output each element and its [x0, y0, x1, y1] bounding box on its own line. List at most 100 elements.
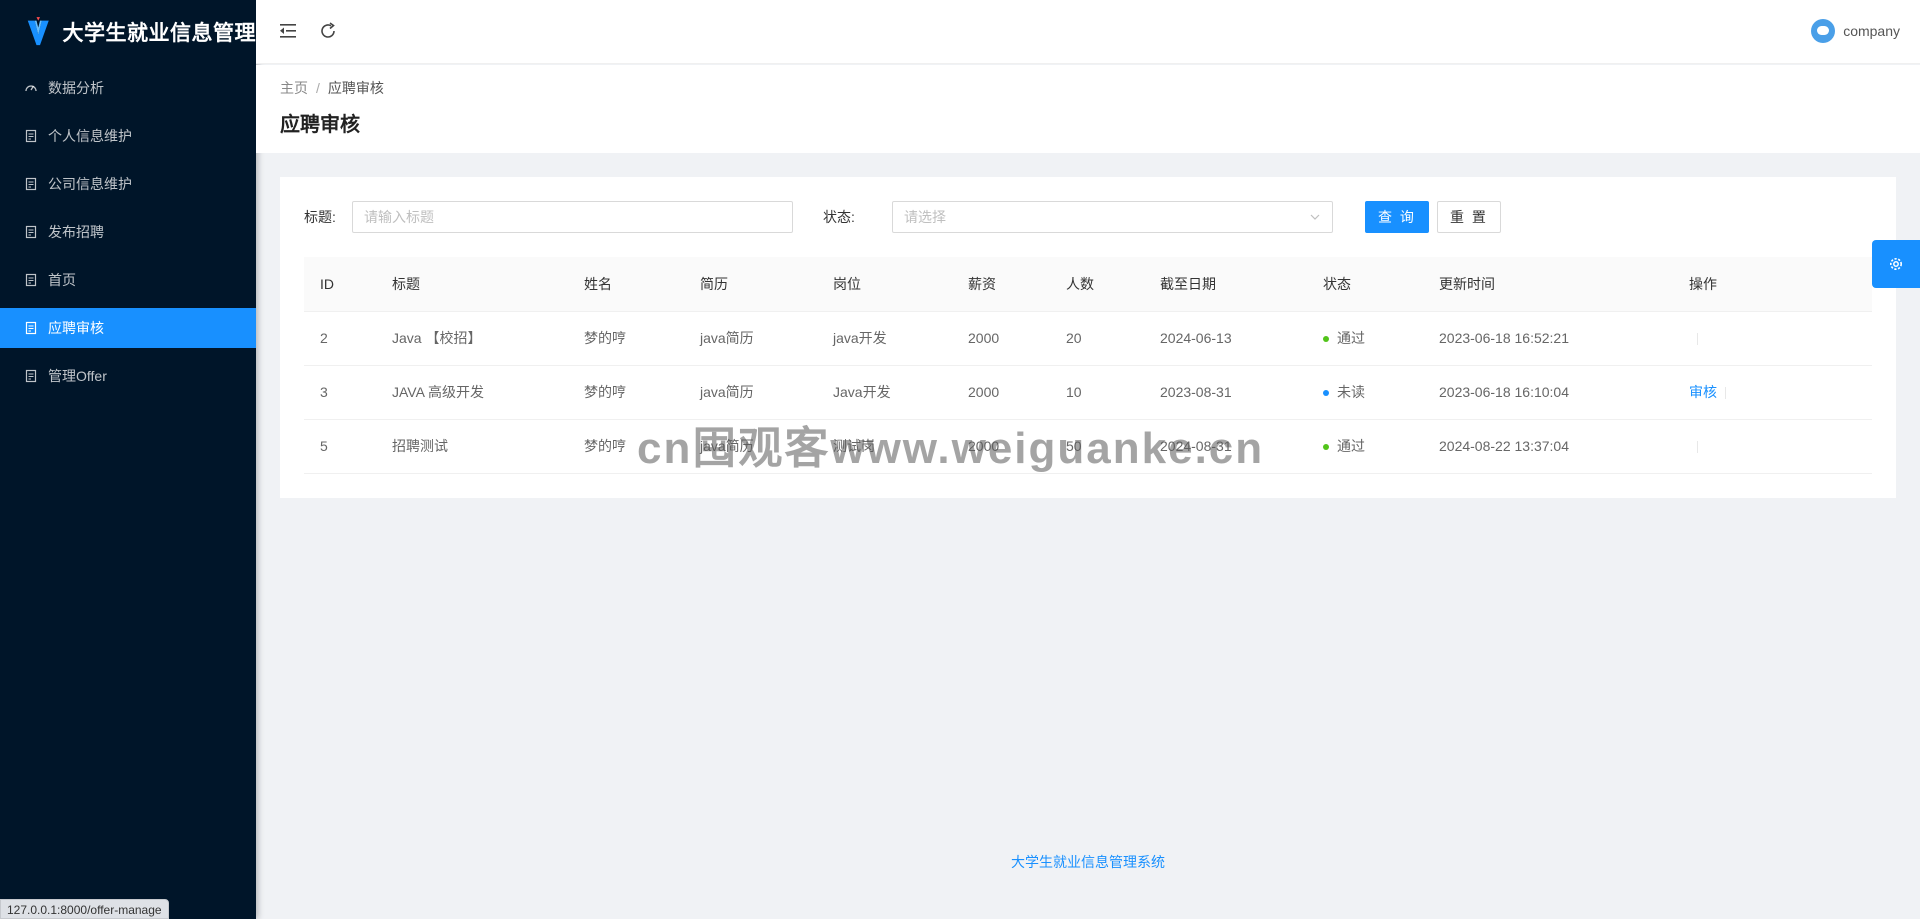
table-row: 2 Java 【校招】 梦的哼 java简历 java开发 2000 20 2024-06-1… [304, 311, 1872, 366]
sidebar-item-2[interactable]: 公司信息维护 [0, 164, 256, 204]
breadcrumb-current: 应聘审核 [327, 80, 384, 96]
logo[interactable]: 大学生就业信息管理 [0, 0, 256, 64]
sidebar-item-label: 管理Offer [48, 368, 107, 384]
search-form: 标题: 请输入标题 状态: 请选择 查 询 重 置 [304, 201, 1872, 233]
sidebar-menu: 数据分析个人信息维护公司信息维护 发布招聘首页应聘审核管理Offer [0, 68, 256, 396]
sidebar-item-0[interactable]: 数据分析 [0, 68, 256, 108]
cell-action [1673, 311, 1872, 366]
reload-icon[interactable] [316, 18, 340, 44]
content-card: 标题: 请输入标题 状态: 请选择 查 询 重 置 ID 标题 姓名 简历 岗位 薪资 人数… [280, 177, 1896, 498]
sidebar-item-3[interactable]: 发布招聘 [0, 212, 256, 252]
cell-salary: 2000 [952, 311, 1050, 366]
cell-salary: 2000 [952, 365, 1050, 420]
sidebar-item-5[interactable]: 应聘审核 [0, 308, 256, 348]
page-header: 主页 / 应聘审核 应聘审核 [256, 65, 1920, 153]
cell-name: 梦的哼 [568, 311, 684, 366]
cell-deadline: 2024-08-31 [1144, 419, 1307, 474]
sidebar-item-1[interactable]: 个人信息维护 [0, 116, 256, 156]
column-header: 操作 [1673, 257, 1872, 312]
status-dot [1323, 336, 1329, 343]
cell-resume: java简历 [684, 311, 817, 366]
status-select-placeholder: 请选择 [904, 209, 946, 225]
cell-salary: 2000 [952, 419, 1050, 474]
column-header: 简历 [684, 257, 817, 312]
cell-action: 审核 [1673, 365, 1872, 420]
cell-title: 招聘测试 [376, 419, 568, 474]
cell-name: 梦的哼 [568, 419, 684, 474]
sidebar-item-4[interactable]: 首页 [0, 260, 256, 300]
file-icon [24, 129, 38, 143]
cell-count: 20 [1050, 311, 1144, 366]
file-icon [24, 225, 38, 239]
cell-resume: java简历 [684, 419, 817, 474]
menu-fold-icon[interactable] [276, 18, 300, 44]
cell-count: 50 [1050, 419, 1144, 474]
cell-updated: 2024-08-22 13:37:04 [1423, 419, 1673, 474]
dashboard-icon [24, 81, 38, 95]
cell-deadline: 2024-06-13 [1144, 311, 1307, 366]
column-header: 标题 [376, 257, 568, 312]
settings-drawer-button[interactable] [1872, 240, 1920, 288]
reset-button[interactable]: 重 置 [1437, 201, 1501, 233]
table-body: 2 Java 【校招】 梦的哼 java简历 java开发 2000 20 2024-06-1… [304, 311, 1872, 474]
column-header: 薪资 [952, 257, 1050, 312]
cell-id: 5 [304, 419, 376, 474]
user-menu[interactable]: company [1811, 19, 1900, 43]
sidebar-item-label: 个人信息维护 [48, 128, 132, 144]
status-dot [1323, 444, 1329, 451]
avatar [1811, 19, 1836, 43]
title-input[interactable]: 请输入标题 [352, 201, 793, 233]
sidebar-item-6[interactable]: 管理Offer [0, 356, 256, 396]
query-button[interactable]: 查 询 [1365, 201, 1429, 233]
application-table: ID 标题 姓名 简历 岗位 薪资 人数 截至日期 状态 更新时间 操作 2 Java 【校招】 梦的哼… [304, 257, 1872, 474]
file-icon [24, 273, 38, 287]
status-text: 通过 [1337, 438, 1365, 454]
page-title: 应聘审核 [280, 114, 360, 136]
file-icon [24, 369, 38, 383]
cell-action [1673, 419, 1872, 474]
cell-position: Java开发 [817, 365, 952, 420]
cell-position: 测试岗 [817, 419, 952, 474]
column-header: 截至日期 [1144, 257, 1307, 312]
cell-status: 未读 [1307, 365, 1423, 420]
action-divider [1697, 333, 1698, 346]
cell-id: 2 [304, 311, 376, 366]
table-header-row: ID 标题 姓名 简历 岗位 薪资 人数 截至日期 状态 更新时间 操作 [304, 257, 1872, 312]
cell-title: JAVA 高级开发 [376, 365, 568, 420]
column-header: 人数 [1050, 257, 1144, 312]
title-label: 标题: [304, 209, 336, 225]
column-header: ID [304, 257, 376, 312]
logo-icon [27, 17, 49, 46]
file-icon [24, 177, 38, 191]
app-title: 大学生就业信息管理 [62, 22, 256, 45]
cell-resume: java简历 [684, 365, 817, 420]
cell-count: 10 [1050, 365, 1144, 420]
cell-id: 3 [304, 365, 376, 420]
table-row: 3 JAVA 高级开发 梦的哼 java简历 Java开发 2000 10 2023-08-3… [304, 365, 1872, 420]
status-select[interactable]: 请选择 [892, 201, 1333, 233]
footer-text: 大学生就业信息管理系统 [1011, 854, 1165, 870]
column-header: 更新时间 [1423, 257, 1673, 312]
chevron-down-icon [1310, 214, 1320, 220]
sidebar-item-label: 首页 [48, 272, 76, 288]
gear-icon [1890, 258, 1902, 270]
breadcrumb-home[interactable]: 主页 [280, 80, 308, 96]
sidebar-item-label: 应聘审核 [48, 320, 104, 336]
sidebar: 大学生就业信息管理 数据分析个人信息维护公司信息维护 发布招聘首页应聘审核管理Of… [0, 0, 256, 919]
status-dot [1323, 390, 1329, 397]
cell-title: Java 【校招】 [376, 311, 568, 366]
cell-deadline: 2023-08-31 [1144, 365, 1307, 420]
breadcrumb: 主页 / 应聘审核 [280, 78, 1896, 98]
cell-status: 通过 [1307, 311, 1423, 366]
top-header: company [256, 0, 1920, 64]
cell-updated: 2023-06-18 16:52:21 [1423, 311, 1673, 366]
action-divider [1697, 441, 1698, 454]
username: company [1843, 23, 1900, 39]
browser-status-url: 127.0.0.1:8000/offer-manage [0, 899, 169, 919]
status-label: 状态: [823, 209, 855, 225]
status-text: 通过 [1337, 330, 1365, 346]
column-header: 岗位 [817, 257, 952, 312]
review-link[interactable]: 审核 [1689, 384, 1717, 400]
cell-position: java开发 [817, 311, 952, 366]
file-icon [24, 321, 38, 335]
